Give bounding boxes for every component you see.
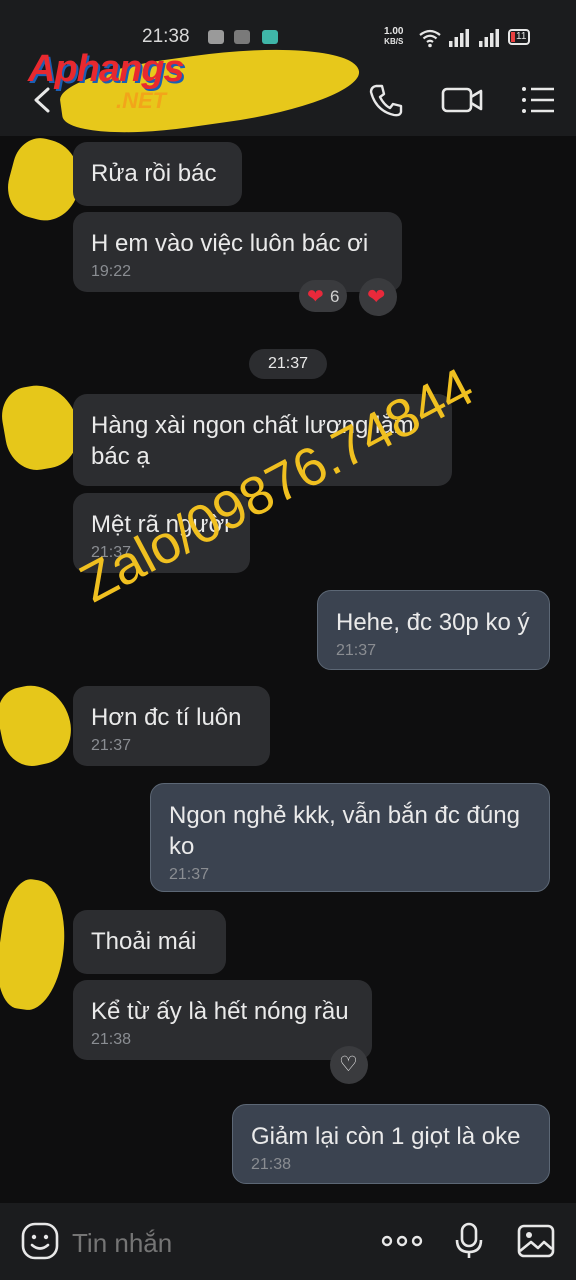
message-text: Kể từ ấy là hết nóng rầu [91,998,349,1025]
wifi-icon [419,29,441,48]
heart-icon: ❤ [307,286,324,308]
redaction-mark [0,678,78,772]
redaction-mark [0,876,73,1014]
react-button[interactable]: ♡ [330,1046,368,1084]
battery-level: 11 [516,31,527,42]
notification-icon [208,30,224,44]
emoji-icon[interactable] [20,1221,60,1261]
reaction-count: 6 [330,287,340,306]
video-call-icon[interactable] [440,80,484,120]
watermark-logo: Aphangs .NET [28,48,268,118]
message-outgoing[interactable]: Hehe, đc 30p ko ý 21:37 [317,590,550,670]
notification-icon [234,30,250,44]
status-time: 21:38 [142,26,190,47]
react-button[interactable]: ❤ [359,278,397,316]
network-speed: 1.00 KB/S [384,27,403,47]
app-notification-icon [262,30,278,44]
microphone-icon[interactable] [449,1221,489,1261]
message-outgoing[interactable]: Ngon nghẻ kkk, vẫn bắn đc đúng ko 21:37 [150,783,550,892]
message-text: Ngon nghẻ kkk, vẫn bắn đc đúng ko [169,802,520,860]
phone-icon[interactable] [366,80,406,120]
message-time: 21:37 [336,642,377,659]
date-divider: 21:37 [249,349,327,379]
chat-header: Aphangs .NET [0,33,576,145]
message-text: Giảm lại còn 1 giọt là oke [251,1123,521,1150]
message-text: H em vào việc luôn bác ơi [91,230,369,257]
message-incoming[interactable]: Hơn đc tí luôn 21:37 [73,686,270,766]
message-time: 21:37 [169,866,210,883]
heart-icon: ❤ [367,284,386,309]
message-incoming[interactable]: H em vào việc luôn bác ơi 19:22 [73,212,402,292]
message-input[interactable] [70,1221,354,1265]
logo-subtext: .NET [116,88,167,113]
message-time: 21:38 [91,1031,132,1048]
more-options-icon[interactable] [380,1221,424,1261]
reaction-badge[interactable]: ❤ 6 [299,280,347,312]
message-outgoing[interactable]: Giảm lại còn 1 giọt là oke 21:38 [232,1104,550,1184]
message-text: Hơn đc tí luôn [91,704,242,731]
signal-icon [449,29,469,47]
message-time: 21:38 [251,1156,292,1173]
logo-text: Aphangs [28,48,185,90]
message-incoming[interactable]: Kể từ ấy là hết nóng rầu 21:38 [73,980,372,1060]
message-time: 19:22 [91,263,132,280]
message-incoming[interactable]: Thoải mái [73,910,226,974]
message-time: 21:37 [91,737,132,754]
speed-value: 1.00 [384,26,404,37]
battery-icon: 11 [508,29,530,45]
heart-outline-icon: ♡ [339,1053,358,1076]
image-icon[interactable] [516,1221,556,1261]
message-composer [0,1203,576,1280]
speed-unit: KB/S [384,37,404,46]
signal-icon [479,29,499,47]
message-text: Thoải mái [91,928,197,955]
message-incoming[interactable]: Rửa rồi bác [73,142,242,206]
message-text: Rửa rồi bác [91,160,217,187]
menu-icon[interactable] [518,80,558,120]
message-text: Hehe, đc 30p ko ý [336,609,530,636]
